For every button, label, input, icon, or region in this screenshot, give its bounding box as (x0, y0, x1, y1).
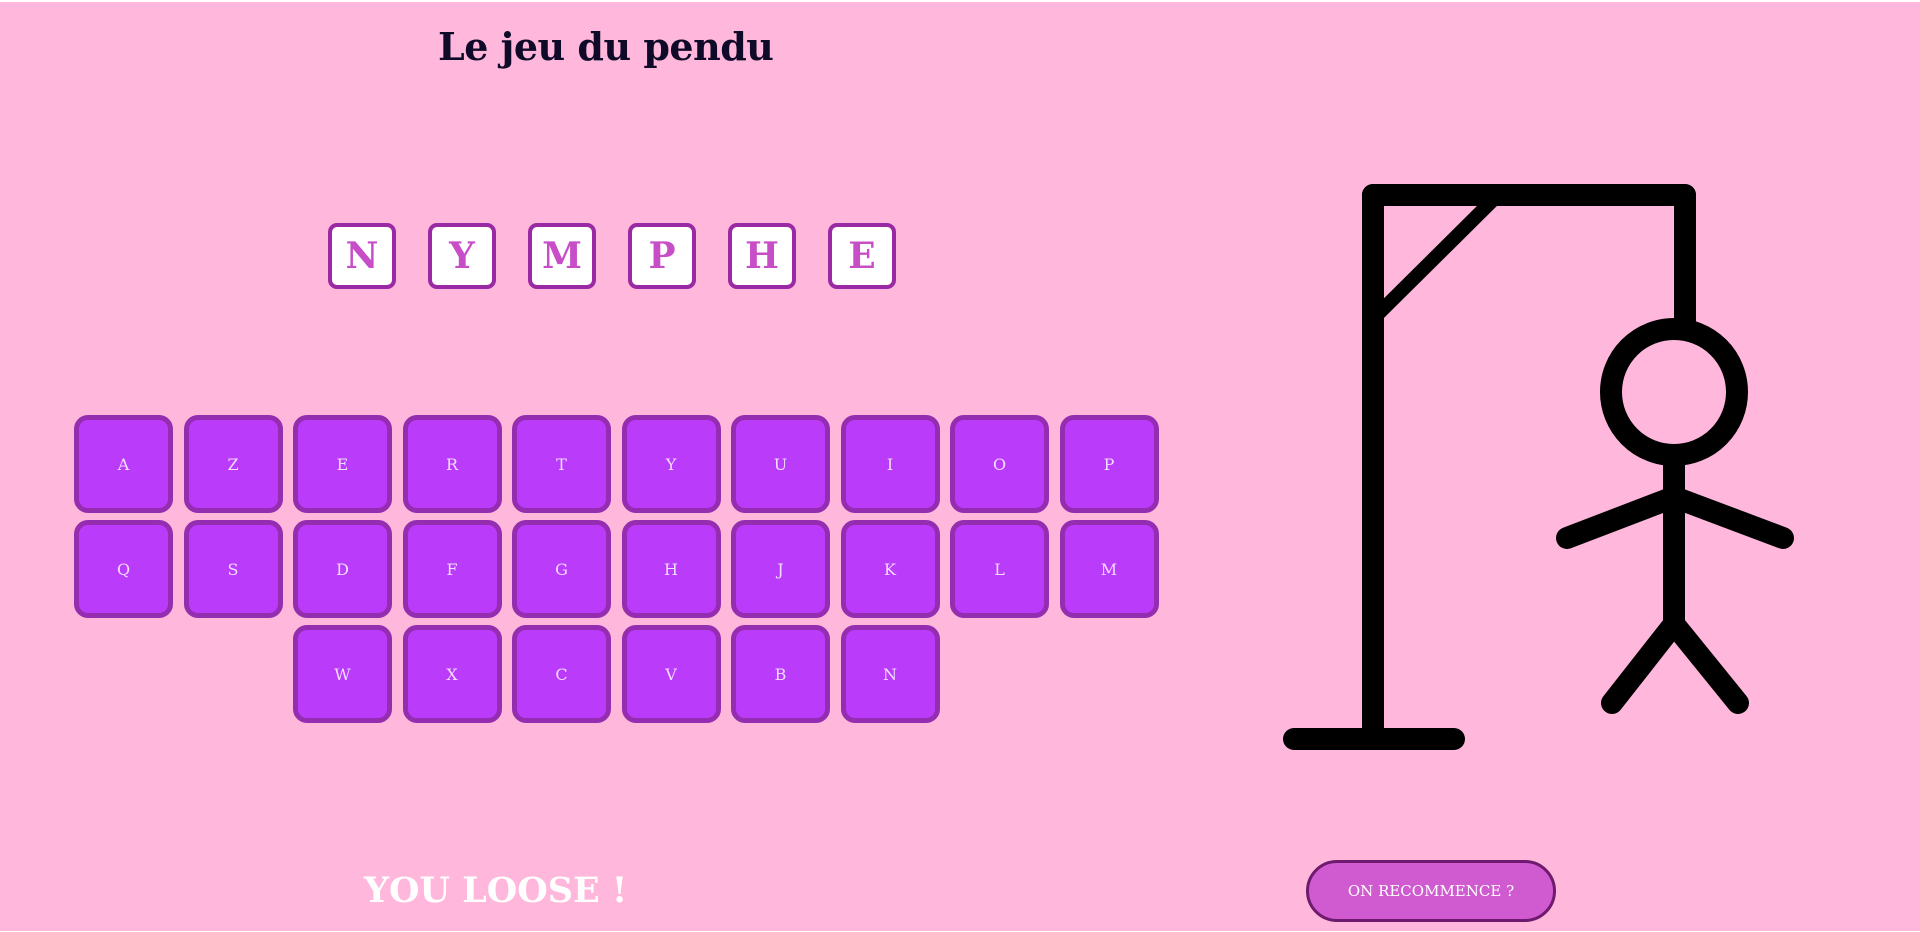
word-letter-box: N (328, 223, 396, 289)
hangman-right-arm (1663, 486, 1794, 549)
key-q[interactable]: Q (74, 520, 173, 618)
key-x[interactable]: X (402, 625, 502, 723)
word-letter-box: E (828, 223, 896, 289)
page-title: Le jeu du pendu (438, 24, 774, 69)
keyboard-row-2: Q S D F G H J K L M (74, 520, 1169, 618)
game-screen: Le jeu du pendu N Y M P H E A Z E R T Y … (0, 2, 1920, 931)
gallows-brace (1366, 188, 1505, 326)
key-d[interactable]: D (293, 520, 392, 618)
hangman-drawing (1283, 184, 1794, 750)
key-n[interactable]: N (840, 625, 940, 723)
hangman-left-arm (1556, 486, 1685, 549)
key-c[interactable]: C (512, 625, 611, 723)
key-a[interactable]: A (74, 415, 173, 513)
key-s[interactable]: S (183, 520, 283, 618)
keyboard-row-1: A Z E R T Y U I O P (74, 415, 1169, 513)
key-t[interactable]: T (512, 415, 611, 513)
word-letter-box: Y (428, 223, 496, 289)
key-i[interactable]: I (840, 415, 940, 513)
key-w[interactable]: W (293, 625, 392, 723)
key-z[interactable]: Z (183, 415, 283, 513)
key-k[interactable]: K (840, 520, 940, 618)
key-p[interactable]: P (1059, 415, 1159, 513)
word-letter-box: P (628, 223, 696, 289)
key-r[interactable]: R (402, 415, 502, 513)
key-e[interactable]: E (293, 415, 392, 513)
word-display: N Y M P H E (328, 223, 896, 289)
key-h[interactable]: H (621, 520, 721, 618)
key-u[interactable]: U (731, 415, 830, 513)
hangman-head (1600, 318, 1748, 466)
game-result-message: YOU LOOSE ! (364, 870, 628, 911)
letter-keyboard: A Z E R T Y U I O P Q S D F G H J K L M … (74, 415, 1169, 730)
key-l[interactable]: L (950, 520, 1049, 618)
keyboard-row-3: W X C V B N (74, 625, 1169, 723)
key-f[interactable]: F (402, 520, 502, 618)
key-b[interactable]: B (731, 625, 830, 723)
key-g[interactable]: G (512, 520, 611, 618)
restart-button[interactable]: ON RECOMMENCE ? (1306, 860, 1556, 922)
key-o[interactable]: O (950, 415, 1049, 513)
key-m[interactable]: M (1059, 520, 1159, 618)
hangman-right-leg (1663, 613, 1749, 714)
key-j[interactable]: J (731, 520, 830, 618)
word-letter-box: M (528, 223, 596, 289)
key-y[interactable]: Y (621, 415, 721, 513)
hangman-left-leg (1601, 613, 1685, 714)
word-letter-box: H (728, 223, 796, 289)
key-v[interactable]: V (621, 625, 721, 723)
